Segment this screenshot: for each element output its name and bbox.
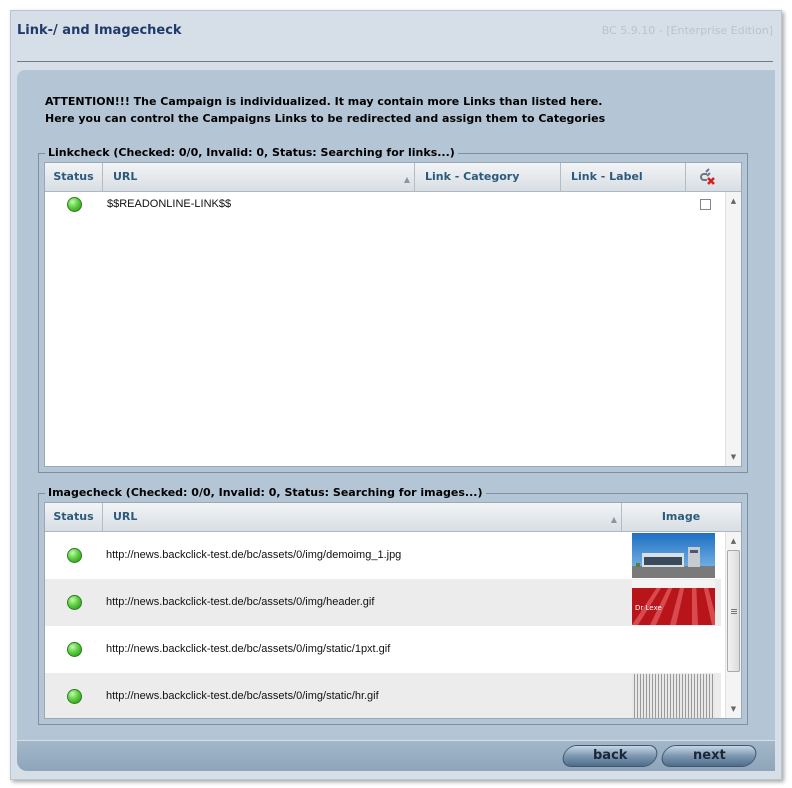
next-button[interactable]: next xyxy=(659,745,759,767)
linkcheck-legend: Linkcheck (Checked: 0/0, Invalid: 0, Sta… xyxy=(45,146,458,159)
version-label: BC 5.9.10 - [Enterprise Edition] xyxy=(601,24,773,37)
window-title: Link-/ and Imagecheck xyxy=(17,23,182,38)
col-url-label: URL xyxy=(113,510,138,523)
status-ok-icon xyxy=(67,595,82,610)
col-status[interactable]: Status xyxy=(45,503,103,532)
content-panel: ATTENTION!!! The Campaign is individuali… xyxy=(17,70,775,740)
imagecheck-header: Status URL ▲ Image xyxy=(45,503,741,532)
image-url: http://news.backclick-test.de/bc/assets/… xyxy=(106,690,379,702)
scroll-up-icon[interactable]: ▲ xyxy=(726,194,741,208)
linkcheck-header: Status URL ▲ Link - Category Link - Labe… xyxy=(45,163,741,192)
link-url: $$READONLINE-LINK$$ xyxy=(107,198,232,210)
scroll-down-icon[interactable]: ▼ xyxy=(726,702,741,716)
linkcheck-scrollbar[interactable]: ▲ ▼ xyxy=(725,192,741,466)
image-row[interactable]: http://news.backclick-test.de/bc/assets/… xyxy=(45,626,721,673)
col-delete[interactable] xyxy=(686,163,728,192)
scroll-down-icon[interactable]: ▼ xyxy=(726,450,741,464)
col-status[interactable]: Status xyxy=(45,163,103,192)
image-url: http://news.backclick-test.de/bc/assets/… xyxy=(106,643,391,655)
building-photo-thumbnail xyxy=(632,533,715,578)
attention-line-2: Here you can control the Campaigns Links… xyxy=(45,112,606,125)
next-button-label: next xyxy=(692,748,726,763)
col-url[interactable]: URL ▲ xyxy=(103,163,415,192)
back-button[interactable]: back xyxy=(560,745,660,767)
imagecheck-grid: Status URL ▲ Image http://news.backclick… xyxy=(44,502,742,719)
col-url-label: URL xyxy=(113,170,138,183)
col-link-category[interactable]: Link - Category xyxy=(415,163,561,192)
status-ok-icon xyxy=(67,548,82,563)
attention-line-1: ATTENTION!!! The Campaign is individuali… xyxy=(45,95,603,108)
status-ok-icon xyxy=(67,642,82,657)
image-row[interactable]: http://news.backclick-test.de/bc/assets/… xyxy=(45,673,721,718)
linkcheck-group: Linkcheck (Checked: 0/0, Invalid: 0, Sta… xyxy=(38,146,748,473)
delete-link-icon xyxy=(700,168,715,185)
imagecheck-group: Imagecheck (Checked: 0/0, Invalid: 0, St… xyxy=(38,486,748,725)
imagecheck-scrollbar[interactable]: ▲ ▼ xyxy=(725,532,741,718)
col-link-label[interactable]: Link - Label xyxy=(561,163,686,192)
image-url: http://news.backclick-test.de/bc/assets/… xyxy=(106,596,375,608)
image-row[interactable]: http://news.backclick-test.de/bc/assets/… xyxy=(45,579,721,626)
link-imagecheck-window: Link-/ and Imagecheck BC 5.9.10 - [Enter… xyxy=(10,10,782,780)
linkcheck-grid: Status URL ▲ Link - Category Link - Labe… xyxy=(44,162,742,467)
sort-arrow-icon: ▲ xyxy=(403,175,410,184)
image-row[interactable]: http://news.backclick-test.de/bc/assets/… xyxy=(45,532,721,579)
sort-arrow-icon: ▲ xyxy=(610,515,617,524)
image-url: http://news.backclick-test.de/bc/assets/… xyxy=(106,549,402,561)
striped-line-thumbnail xyxy=(632,674,715,718)
scroll-up-icon[interactable]: ▲ xyxy=(726,534,741,548)
scrollbar-thumb[interactable] xyxy=(727,550,740,672)
attention-notice: ATTENTION!!! The Campaign is individuali… xyxy=(45,93,605,127)
grip-icon xyxy=(731,609,737,614)
status-ok-icon xyxy=(67,197,82,212)
imagecheck-legend: Imagecheck (Checked: 0/0, Invalid: 0, St… xyxy=(45,486,486,499)
back-button-label: back xyxy=(592,748,628,763)
red-track-banner-thumbnail: Dr Lexe xyxy=(632,580,715,625)
status-ok-icon xyxy=(67,689,82,704)
col-image[interactable]: Image xyxy=(622,503,740,532)
title-divider xyxy=(17,61,773,62)
footer-bar: back next xyxy=(17,741,775,771)
banner-text: Dr Lexe xyxy=(635,604,662,612)
link-checkbox[interactable] xyxy=(700,199,711,210)
col-url[interactable]: URL ▲ xyxy=(103,503,622,532)
